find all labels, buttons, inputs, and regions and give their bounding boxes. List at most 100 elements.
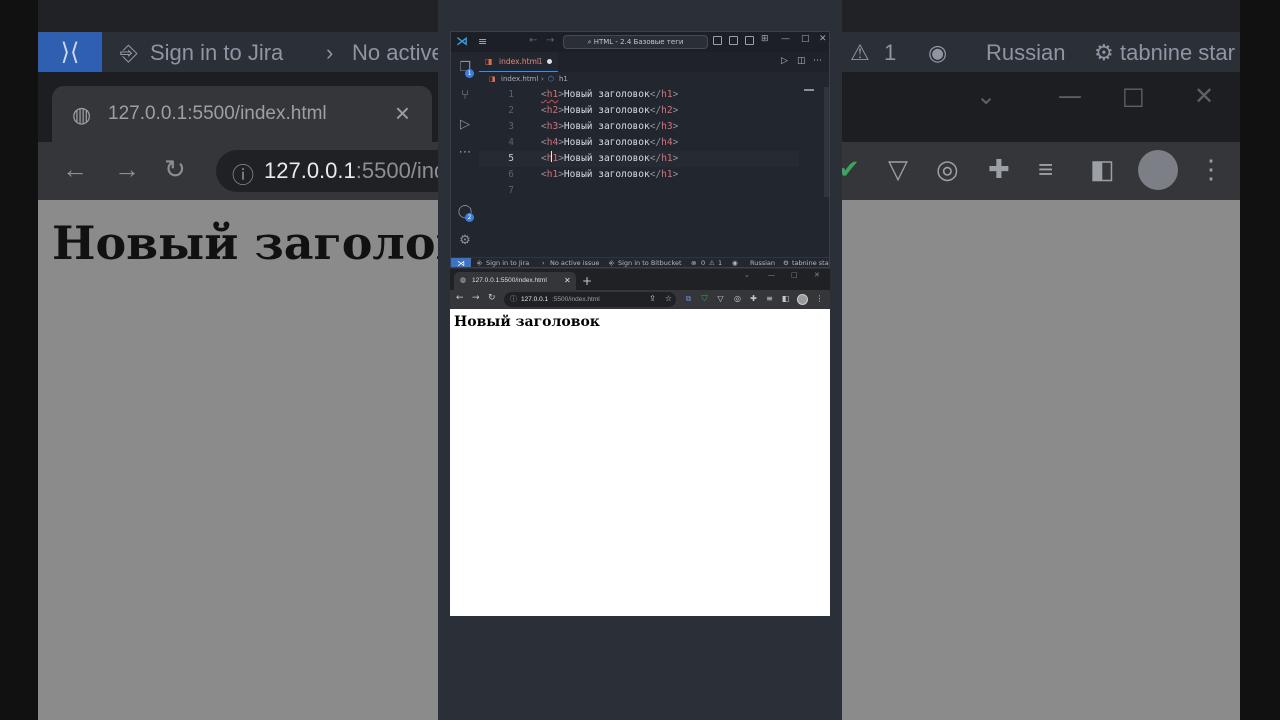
heading-text: Новый заголовок [563, 169, 650, 180]
source-control-icon[interactable]: ⑂ [457, 88, 473, 104]
code-editor[interactable]: 1 <h1>Новый заголовок</h1> 2 <h2>Новый з… [479, 87, 829, 257]
background-status-jira: Sign in to Jira [150, 40, 284, 65]
status-active-issue[interactable]: No active issue [550, 258, 599, 267]
chevron-down-icon[interactable]: ⌄ [744, 271, 750, 279]
back-icon[interactable]: ← [456, 293, 464, 303]
url-host: 127.0.0.1 [521, 296, 549, 303]
vue-devtools-icon[interactable]: ▽ [716, 294, 725, 304]
split-editor-icon[interactable]: ◫ [797, 56, 806, 66]
close-icon[interactable]: ✕ [819, 34, 827, 44]
minimize-icon[interactable]: — [781, 34, 790, 44]
background-close-icon: × [394, 98, 410, 128]
heading-text: Новый заголовок [563, 89, 650, 100]
close-tag: h4 [661, 137, 673, 148]
hamburger-menu-icon[interactable]: ≡ [478, 35, 487, 48]
settings-gear-icon[interactable]: ⚙ [457, 233, 473, 249]
activity-bar: ❐ 1 ⑂ ▷ ⋯ ◯ 2 ⚙ [451, 52, 479, 257]
run-debug-icon[interactable]: ▷ [457, 117, 473, 133]
heading-text: Новый заголовок [563, 137, 650, 148]
close-tag: h1 [661, 153, 673, 164]
code-line[interactable]: 1 <h1>Новый заголовок</h1> [479, 87, 829, 103]
status-errors[interactable]: 0 [701, 258, 705, 267]
maximize-icon[interactable]: □ [791, 271, 798, 279]
background-status-issue: No active [352, 40, 444, 65]
line-number: 4 [508, 137, 514, 148]
status-warnings[interactable]: 1 [718, 258, 722, 267]
tab-index-html[interactable]: ◨ index.html 1 [479, 52, 558, 72]
background-status-language: Russian [986, 40, 1066, 65]
toggle-sidebar-icon[interactable] [713, 36, 722, 45]
run-icon[interactable]: ▷ [781, 56, 788, 66]
heading-text: Новый заголовок [563, 121, 650, 132]
toggle-secondary-sidebar-icon[interactable] [745, 36, 754, 45]
background-jira-icon: ⎆ [120, 40, 138, 65]
code-line[interactable]: 3 <h3>Новый заголовок</h3> [479, 119, 829, 135]
status-bitbucket[interactable]: Sign in to Bitbucket [618, 258, 682, 267]
code-line[interactable]: 2 <h2>Новый заголовок</h2> [479, 103, 829, 119]
explorer-badge: 1 [465, 69, 474, 78]
back-arrow-icon[interactable]: ← [529, 35, 537, 46]
tab-label: index.html [499, 57, 539, 66]
chevron-right-icon: › [542, 259, 545, 267]
background-reload-icon: ↻ [164, 154, 186, 184]
window-close-icon[interactable]: ✕ [814, 271, 820, 279]
translate-icon[interactable]: ⧉ [684, 294, 693, 304]
browser-tab-title: 127.0.0.1:5500/index.html [472, 277, 547, 284]
background-minimize-icon: — [1058, 82, 1082, 110]
background-avatar [1138, 150, 1178, 190]
background-chevron-down-icon: ⌄ [976, 82, 997, 110]
heading-text: Новый заголовок [563, 105, 650, 116]
unsaved-dot-icon[interactable] [547, 59, 552, 64]
line-number: 2 [508, 105, 514, 116]
more-menu-icon[interactable]: ⋮ [815, 294, 824, 304]
toggle-panel-icon[interactable] [729, 36, 738, 45]
vscode-window: ⋊ ≡ ← → ⌕ HTML - 2.4 Базовые теги ⊞ — □ … [450, 31, 830, 268]
site-info-icon[interactable]: ⓘ [510, 292, 517, 307]
background-maximize-icon: □ [1122, 82, 1145, 110]
extensions-puzzle-icon[interactable]: ✚ [749, 294, 758, 304]
background-vue-icon: ▽ [888, 154, 908, 184]
code-line[interactable]: 6 <h1>Новый заголовок</h1> [479, 167, 829, 183]
status-tabnine[interactable]: tabnine starter [792, 258, 829, 267]
breadcrumb-chevron-icon: › [541, 75, 544, 83]
browser-window: ◍ 127.0.0.1:5500/index.html ✕ + ⌄ — □ ✕ … [450, 269, 830, 616]
shield-extension-icon[interactable]: ⛉ [700, 294, 709, 304]
command-center-search[interactable]: ⌕ HTML - 2.4 Базовые теги [563, 35, 708, 49]
close-tag: h2 [661, 105, 673, 116]
share-icon[interactable]: ⇪ [648, 294, 657, 304]
new-tab-icon[interactable]: + [582, 272, 592, 290]
error-icon: ⊗ [691, 259, 697, 267]
page-heading: Новый заголовок [454, 314, 600, 330]
code-line-current[interactable]: 5 <h1>Новый заголовок</h1> [479, 151, 799, 167]
remote-indicator-icon[interactable]: ⋊ [451, 258, 471, 267]
playlist-icon[interactable]: ≡ [765, 294, 774, 304]
profile-avatar[interactable] [797, 294, 808, 305]
more-actions-icon[interactable]: ⋯ [813, 56, 822, 66]
background-playlist-icon: ≡ [1038, 154, 1054, 184]
bookmark-star-icon[interactable]: ☆ [664, 294, 673, 304]
tabnine-icon: ⚙ [783, 259, 789, 267]
tab-close-icon[interactable]: ✕ [564, 272, 571, 290]
code-line[interactable]: 4 <h4>Новый заголовок</h4> [479, 135, 829, 151]
breadcrumb-file[interactable]: index.html [501, 73, 538, 86]
customize-layout-icon[interactable]: ⊞ [761, 34, 769, 44]
maximize-icon[interactable]: □ [801, 34, 810, 44]
browser-tab[interactable]: ◍ 127.0.0.1:5500/index.html ✕ [454, 272, 576, 290]
reload-icon[interactable]: ↻ [488, 293, 496, 303]
broadcast-icon[interactable]: ◉ [732, 258, 738, 267]
code-line[interactable]: 7 [479, 183, 829, 199]
background-more-icon: ⋮ [1198, 154, 1224, 184]
side-panel-icon[interactable]: ◧ [781, 294, 790, 304]
breadcrumb: ◨ index.html › ⬡ h1 [479, 73, 829, 86]
status-language[interactable]: Russian [750, 258, 775, 267]
breadcrumb-symbol[interactable]: h1 [559, 73, 568, 86]
background-info-icon: ⓘ [232, 163, 255, 188]
symbol-icon: ⬡ [548, 75, 555, 83]
forward-arrow-icon[interactable]: → [546, 35, 554, 46]
gauge-icon[interactable]: ◎ [733, 294, 742, 304]
forward-icon[interactable]: → [472, 293, 480, 303]
url-path: :5500/index.html [552, 296, 600, 303]
minimize-icon[interactable]: — [768, 271, 775, 279]
more-views-icon[interactable]: ⋯ [457, 145, 473, 161]
status-jira[interactable]: Sign in to Jira [486, 258, 529, 267]
